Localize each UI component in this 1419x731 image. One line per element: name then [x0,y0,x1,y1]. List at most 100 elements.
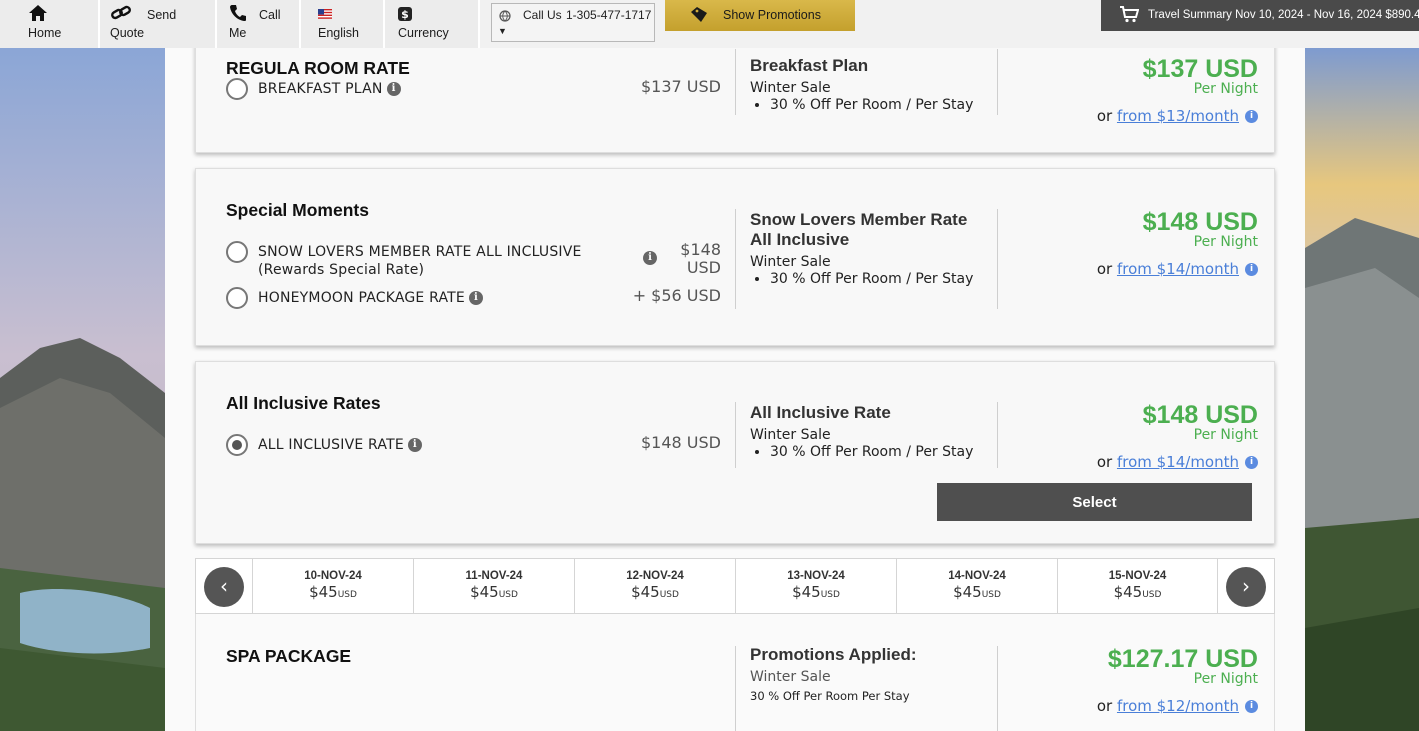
nav-call-me[interactable]: Call Me [217,0,301,48]
rate-card-regular: REGULA ROOM RATE BREAKFAST PLAN i $137 US… [195,48,1275,153]
rate-option-all-inclusive[interactable]: ALL INCLUSIVE RATE i $148 USD [226,433,721,463]
option-label: SNOW LOVERS MEMBER RATE ALL INCLUSIVE (R… [258,244,582,278]
date-price: $45 [953,583,982,601]
rate-summary: $148 USD Per Night or from $14/month i [1008,209,1258,278]
date-label: 13-NOV-24 [787,570,845,582]
column-divider [735,646,736,731]
info-icon[interactable]: i [643,251,657,265]
nav-home-label: Home [28,26,62,40]
nav-currency[interactable]: $ Currency [385,0,480,48]
rate-price: $148 USD [1142,208,1258,236]
nav-me-label: Me [229,26,247,40]
spa-package-section: SPA PACKAGE Promotions Applied: Winter S… [195,614,1275,731]
column-divider [997,646,998,731]
column-divider [997,49,998,115]
financing-link[interactable]: from $14/month [1117,260,1239,278]
show-promotions-button[interactable]: Show Promotions [665,0,855,31]
date-label: 10-NOV-24 [304,570,362,582]
plan-title: Breakfast Plan [750,56,869,75]
home-icon [28,4,48,25]
date-cell[interactable]: 14-NOV-24 $45USD [896,559,1057,613]
rate-per-night: Per Night [1193,427,1258,443]
date-label: 14-NOV-24 [948,570,1006,582]
date-unit: USD [820,590,840,600]
travel-summary-cart[interactable]: Travel Summary Nov 10, 2024 - Nov 16, 20… [1101,0,1419,31]
chevron-right-icon[interactable]: › [1226,567,1266,607]
info-icon[interactable]: i [386,82,401,96]
link-icon [110,4,132,25]
date-cell[interactable]: 12-NOV-24 $45USD [574,559,735,613]
date-cell[interactable]: 10-NOV-24 $45USD [252,559,413,613]
spa-promotions: Promotions Applied: Winter Sale 30 % Off… [750,645,990,703]
info-icon[interactable]: i [468,291,483,305]
rate-summary: $137 USD Per Night or from $13/month i [1008,56,1258,125]
radio-honeymoon[interactable] [226,287,248,309]
rate-option-honeymoon[interactable]: HONEYMOON PACKAGE RATE i + $56 USD [226,286,721,316]
rate-option-breakfast-plan[interactable]: BREAKFAST PLAN i $137 USD [226,77,721,107]
nav-quote-label: Quote [110,26,145,40]
dollar-icon: $ [398,7,412,24]
option-price: + $56 USD [632,286,721,305]
nav-language-label: English [318,26,359,40]
plan-details: Snow Lovers Member Rate All Inclusive Wi… [750,210,990,287]
phone-icon [229,4,247,25]
plan-sale: Winter Sale [750,427,831,443]
option-price: $148 USD [680,240,721,277]
date-cell[interactable]: 11-NOV-24 $45USD [413,559,574,613]
date-label: 15-NOV-24 [1108,570,1167,582]
date-cell[interactable]: 15-NOV-24 $45USD [1057,559,1218,613]
date-price: $45 [1113,583,1143,601]
spa-title: SPA PACKAGE [226,646,352,666]
nav-currency-label: Currency [398,26,449,40]
call-us-label: Call Us [523,8,562,22]
financing-link[interactable]: from $13/month [1117,107,1239,125]
plan-discount: 30 % Off Per Room / Per Stay [770,97,990,113]
spa-promo-title: Promotions Applied: [750,645,917,664]
top-navigation-bar: Home Send Quote Call Me English $ Curren… [0,0,1419,48]
rate-summary: $148 USD Per Night or from $14/month i [1008,402,1258,471]
date-price: $45 [631,583,660,601]
info-icon[interactable]: i [407,438,422,452]
column-divider [735,209,736,309]
nav-home[interactable]: Home [0,0,100,48]
nav-send-quote[interactable]: Send Quote [100,0,217,48]
info-icon[interactable]: i [1245,110,1258,123]
rate-or: or [1096,453,1113,471]
card-title-all-inclusive: All Inclusive Rates [226,393,381,413]
rate-card-all-inclusive: All Inclusive Rates ALL INCLUSIVE RATE i … [195,361,1275,544]
chevron-left-icon[interactable]: ‹ [204,567,244,607]
call-us-selector[interactable]: Call Us 1-305-477-1717 ▼ [491,3,655,42]
financing-link[interactable]: from $14/month [1117,453,1239,471]
date-label: 12-NOV-24 [626,570,684,582]
radio-breakfast-plan[interactable] [226,78,248,100]
spa-rate-per-night: Per Night [1193,671,1258,687]
globe-icon [499,10,511,25]
spa-rate-price: $127.17 USD [1107,645,1258,673]
plan-discount: 30 % Off Per Room / Per Stay [770,271,990,287]
plan-details: All Inclusive Rate Winter Sale 30 % Off … [750,403,990,460]
column-divider [735,49,736,115]
date-cell[interactable]: 13-NOV-24 $45USD [735,559,896,613]
select-button[interactable]: Select [937,483,1252,521]
plan-sale: Winter Sale [750,254,831,270]
rate-option-snow-lovers[interactable]: SNOW LOVERS MEMBER RATE ALL INCLUSIVE (R… [226,240,721,280]
info-icon[interactable]: i [1245,700,1258,713]
plan-title: All Inclusive Rate [750,403,891,422]
spa-financing-link[interactable]: from $12/month [1117,697,1239,715]
background-scenery-left [0,48,165,731]
chevron-down-icon: ▼ [498,26,507,36]
spa-sale: Winter Sale [750,669,831,685]
option-price: $148 USD [641,433,721,452]
rate-per-night: Per Night [1193,234,1258,250]
radio-snow-lovers[interactable] [226,241,248,263]
spa-rate-summary: $127.17 USD Per Night or from $12/month i [1008,646,1258,715]
info-icon[interactable]: i [1245,456,1258,469]
rate-card-special-moments: Special Moments SNOW LOVERS MEMBER RATE … [195,168,1275,346]
date-price: $45 [309,583,338,601]
option-label: BREAKFAST PLAN [258,81,383,97]
nav-call-label: Call [259,8,281,22]
call-us-phone[interactable]: 1-305-477-1717 [566,8,651,22]
radio-all-inclusive[interactable] [226,434,248,456]
info-icon[interactable]: i [1245,263,1258,276]
nav-language[interactable]: English [301,0,385,48]
